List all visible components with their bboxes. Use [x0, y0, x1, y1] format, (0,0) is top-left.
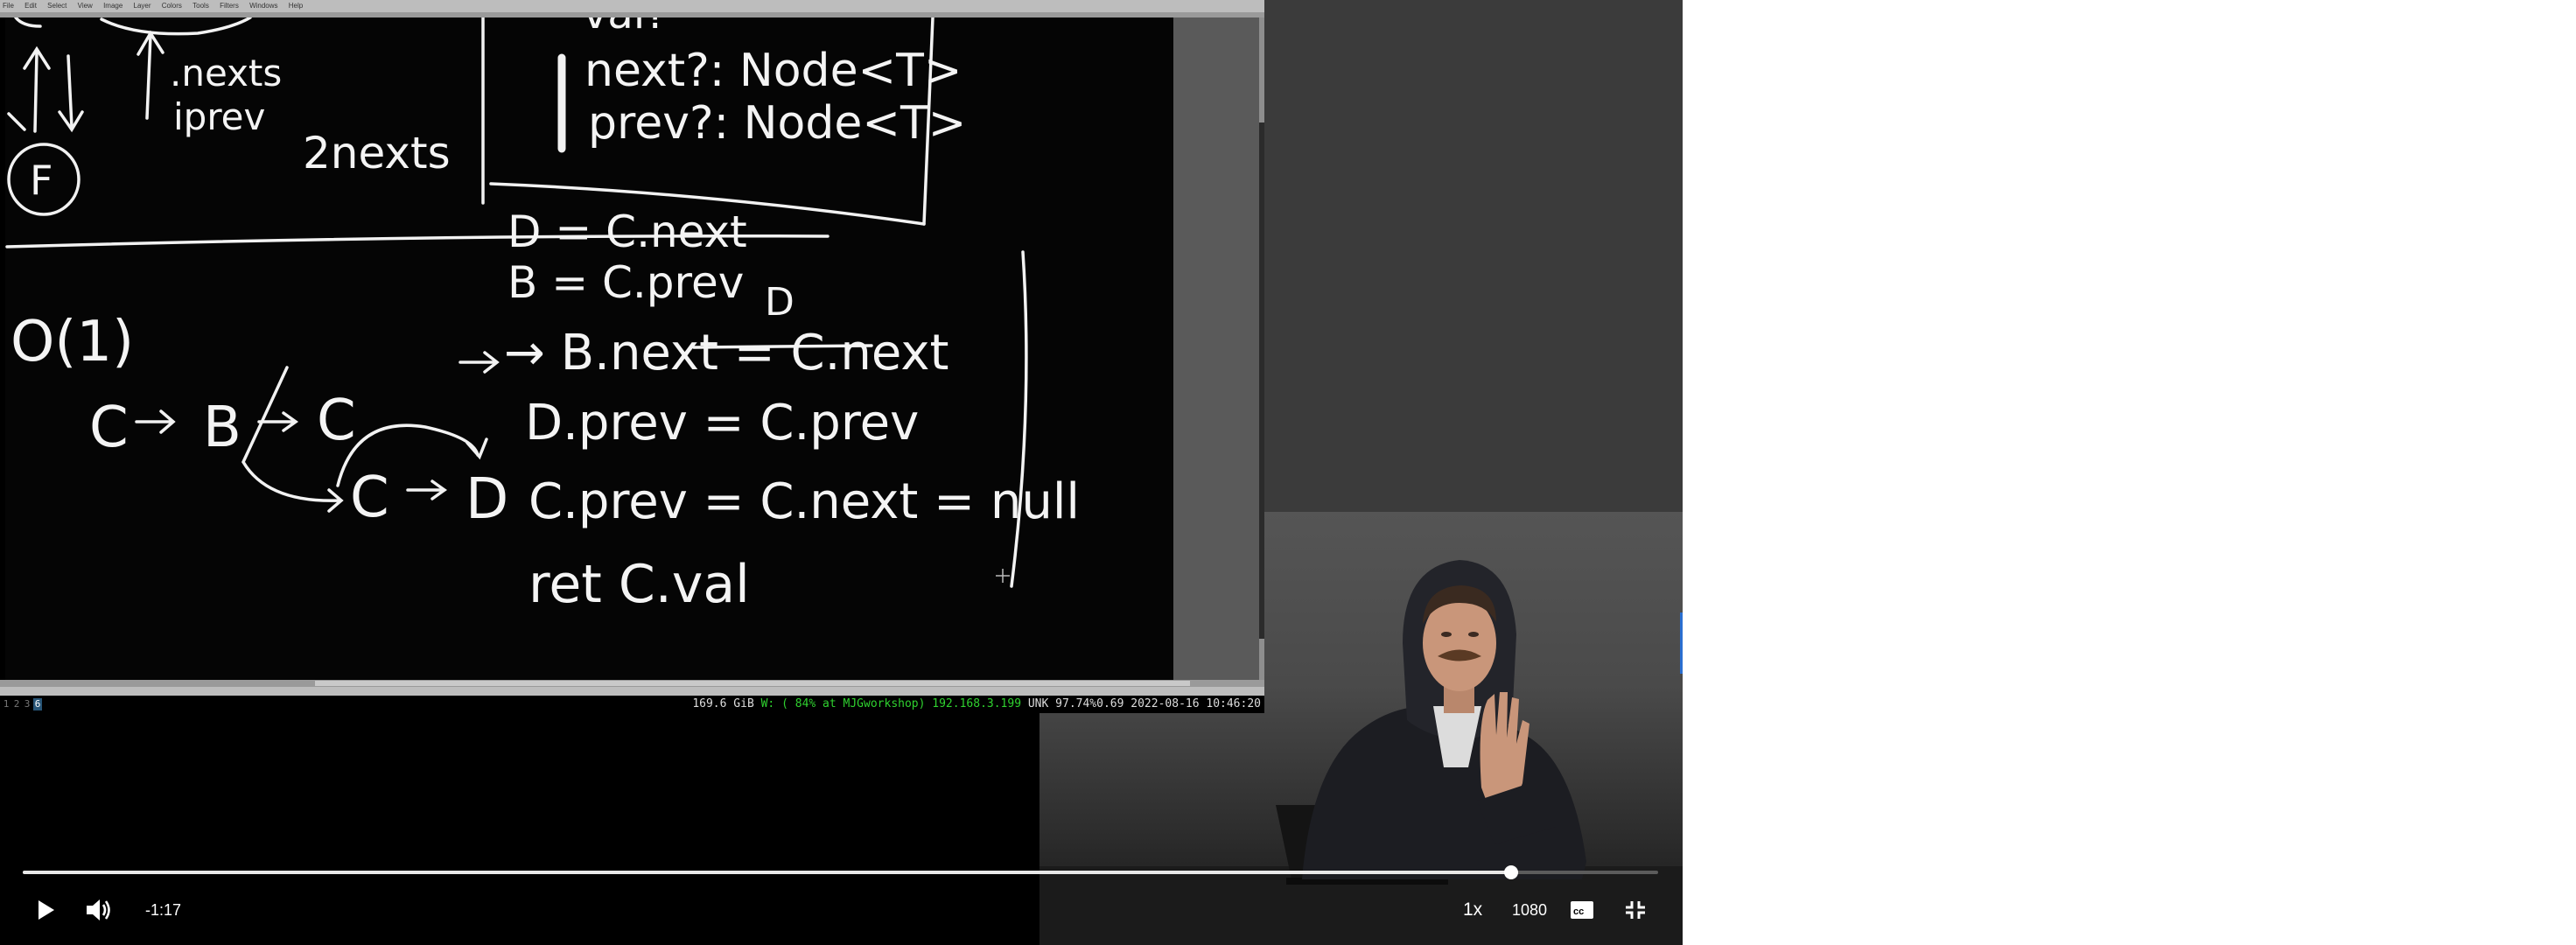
screen-share: File Edit Select View Image Layer Colors… [0, 0, 1264, 713]
volume-button[interactable] [85, 898, 113, 927]
menu-tools[interactable]: Tools [192, 2, 209, 10]
quality-button[interactable]: 1080 [1512, 901, 1547, 920]
svg-text:cc: cc [1573, 906, 1584, 917]
vertical-scrollbar[interactable] [1259, 18, 1264, 680]
captions-icon: cc [1571, 901, 1593, 919]
workspace-3[interactable]: 3 [23, 698, 32, 710]
battery-status: 97.74% [1055, 697, 1097, 710]
diagram-b: B [203, 396, 242, 460]
menu-edit[interactable]: Edit [24, 2, 37, 10]
type-val: val? [583, 18, 668, 38]
video-player[interactable]: system76 File Edit [0, 0, 1683, 945]
load-average: 0.69 [1096, 697, 1124, 710]
exit-fullscreen-icon [1626, 901, 1645, 919]
volume-icon [87, 900, 110, 920]
captions-button[interactable]: cc [1570, 900, 1594, 924]
code-line-4: D.prev = C.prev [525, 395, 919, 452]
move-cursor-icon [996, 569, 1010, 583]
label-nexts: .nexts [170, 52, 282, 94]
horizontal-scrollbar[interactable] [0, 680, 1264, 687]
exit-fullscreen-button[interactable] [1625, 900, 1646, 924]
code-line-5: C.prev = C.next = null [528, 473, 1080, 530]
gimp-menubar: File Edit Select View Image Layer Colors… [0, 0, 1264, 12]
workspace-6[interactable]: 6 [33, 698, 42, 710]
menu-file[interactable]: File [3, 2, 14, 10]
vertical-scroll-thumb[interactable] [1259, 122, 1264, 639]
type-next: next?: Node<T> [584, 45, 962, 97]
label-prev: iprev [173, 95, 265, 138]
menu-colors[interactable]: Colors [162, 2, 182, 10]
wifi-status: W: ( 84% at MJGworkshop) 192.168.3.199 [760, 697, 1022, 710]
whiteboard-drawing: .nexts iprev F 2nexts val? next?: Node<T… [5, 18, 1080, 615]
disk-free: 169.6 GiB [692, 697, 754, 710]
canvas-gutter [1173, 18, 1259, 680]
label-2nexts: 2nexts [303, 128, 451, 178]
code-line-3: → B.next = C.next [504, 325, 948, 382]
whiteboard-canvas[interactable]: .nexts iprev F 2nexts val? next?: Node<T… [5, 18, 1173, 680]
webcam-background-top [1264, 0, 1683, 512]
menu-view[interactable]: View [78, 2, 93, 10]
gimp-statusbar [0, 687, 1264, 696]
code-line-6: ret C.val [528, 554, 750, 615]
progress-bar[interactable] [23, 865, 1658, 879]
progress-played [23, 871, 1511, 874]
menu-select[interactable]: Select [47, 2, 66, 10]
status-items: 169.6 GiB W: ( 84% at MJGworkshop) 192.1… [692, 696, 1261, 713]
menu-help[interactable]: Help [289, 2, 303, 10]
diagram-c1: C [89, 396, 129, 460]
menu-image[interactable]: Image [103, 2, 122, 10]
annotation-d: D [765, 280, 794, 325]
menu-filters[interactable]: Filters [220, 2, 239, 10]
menu-windows[interactable]: Windows [249, 2, 277, 10]
diagram-c2: C [350, 466, 389, 530]
complexity-label: O(1) [10, 310, 134, 374]
play-icon [38, 900, 54, 920]
progress-scrubber[interactable] [1503, 865, 1518, 879]
clock: 2022-08-16 10:46:20 [1130, 697, 1261, 710]
node-f: F [30, 157, 52, 204]
type-prev: prev?: Node<T> [588, 97, 966, 150]
workspace-2[interactable]: 2 [12, 698, 21, 710]
play-button[interactable] [35, 899, 56, 926]
webcam-edge [1680, 612, 1683, 674]
time-remaining: -1:17 [145, 901, 182, 919]
diagram-d: D [466, 467, 508, 532]
diagram-c-struck: C [317, 388, 356, 453]
playback-speed-button[interactable]: 1x [1463, 900, 1482, 920]
workspace-1[interactable]: 1 [2, 698, 10, 710]
ethernet-status: UNK [1027, 697, 1049, 710]
code-line-2: B = C.prev [508, 257, 744, 308]
code-line-1: D = C.next [508, 206, 747, 257]
horizontal-scroll-thumb[interactable] [315, 681, 1190, 686]
system-status-bar: 1 2 3 6 169.6 GiB W: ( 84% at MJGworksho… [0, 696, 1264, 713]
menu-layer[interactable]: Layer [134, 2, 151, 10]
